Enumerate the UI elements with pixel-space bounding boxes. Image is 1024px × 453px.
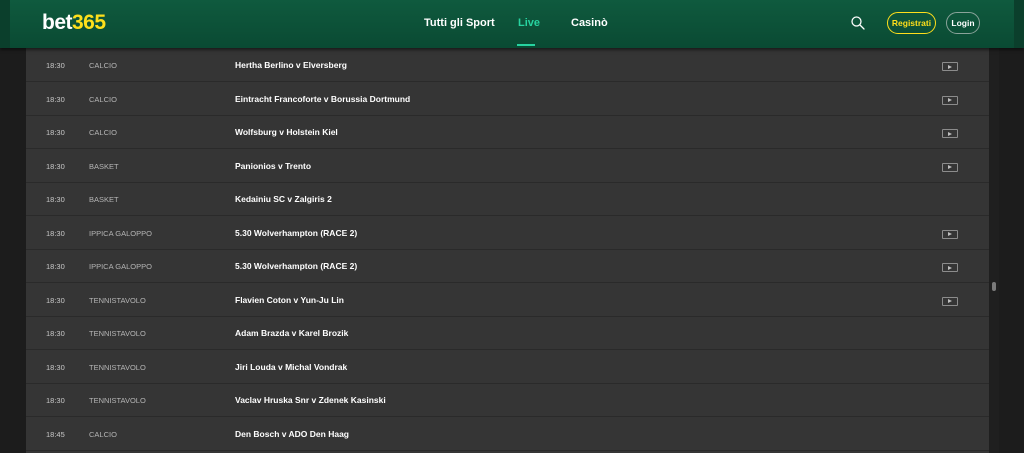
event-name[interactable]: 5.30 Wolverhampton (RACE 2) — [235, 261, 357, 271]
bet365-logo[interactable]: bet365 — [42, 11, 106, 35]
live-stream-icon[interactable] — [942, 263, 958, 272]
event-time: 18:30 — [46, 228, 65, 238]
event-name[interactable]: Wolfsburg v Holstein Kiel — [235, 127, 338, 137]
nav-live[interactable]: Live — [518, 17, 540, 29]
event-name[interactable]: Den Bosch v ADO Den Haag — [235, 429, 349, 439]
event-time: 18:30 — [46, 161, 65, 171]
live-stream-icon[interactable] — [942, 229, 958, 239]
event-name[interactable]: Kedainiu SC v Zalgiris 2 — [235, 194, 332, 204]
event-row[interactable]: 18:30 CALCIO Eintracht Francoforte v Borus… — [26, 83, 989, 116]
event-row[interactable]: 18:30 CALCIO Hertha Berlino v Elversberg — [26, 49, 989, 82]
live-stream-icon[interactable] — [942, 162, 958, 172]
event-time: 18:45 — [46, 429, 65, 439]
event-name[interactable]: Jiri Louda v Michal Vondrak — [235, 362, 347, 372]
event-sport: BASKET — [89, 195, 119, 204]
event-time: 18:30 — [46, 262, 65, 271]
event-sport: CALCIO — [89, 94, 117, 104]
live-stream-icon[interactable] — [942, 296, 958, 306]
event-row[interactable]: 18:45 CALCIO Den Bosch v ADO Den Haag — [26, 418, 989, 451]
event-row[interactable]: 18:30 TENNISTAVOLO Jiri Louda v Michal Von… — [26, 351, 989, 384]
event-name[interactable]: Adam Brazda v Karel Brozik — [235, 328, 348, 338]
header-edge — [1014, 0, 1024, 48]
top-header: bet365 Tutti gli Sport Live Casinò Regis… — [0, 0, 1024, 48]
event-row[interactable]: 18:30 BASKET Panionios v Trento — [26, 150, 989, 183]
event-row[interactable]: 18:30 IPPICA GALOPPO 5.30 Wolverhampton (R… — [26, 250, 989, 283]
event-time: 18:30 — [46, 128, 65, 137]
search-icon[interactable] — [850, 15, 866, 31]
event-name[interactable]: Panionios v Trento — [235, 161, 311, 171]
event-sport: TENNISTAVOLO — [89, 329, 146, 338]
nav-tutti-gli-sport[interactable]: Tutti gli Sport — [424, 17, 495, 29]
event-sport: BASKET — [89, 161, 119, 171]
page-background — [999, 48, 1024, 453]
event-sport: IPPICA GALOPPO — [89, 262, 152, 271]
event-name[interactable]: Flavien Coton v Yun-Ju Lin — [235, 295, 344, 305]
logo-text: bet — [42, 11, 73, 34]
register-button[interactable]: Registrati — [887, 12, 936, 34]
event-row[interactable]: 18:30 TENNISTAVOLO Vaclav Hruska Snr v Zde… — [26, 384, 989, 417]
event-time: 18:30 — [46, 195, 65, 204]
nav-casino[interactable]: Casinò — [571, 17, 608, 29]
scrollbar-thumb[interactable] — [992, 282, 996, 291]
event-row[interactable]: 18:30 IPPICA GALOPPO 5.30 Wolverhampton (R… — [26, 217, 989, 250]
event-sport: CALCIO — [89, 429, 117, 439]
event-name[interactable]: Vaclav Hruska Snr v Zdenek Kasinski — [235, 395, 386, 405]
event-row[interactable]: 18:30 BASKET Kedainiu SC v Zalgiris 2 — [26, 183, 989, 216]
event-time: 18:30 — [46, 396, 65, 405]
event-name[interactable]: Hertha Berlino v Elversberg — [235, 60, 347, 70]
nav-active-indicator — [517, 44, 535, 46]
live-events-list: 18:30 CALCIO Hertha Berlino v Elversberg 18… — [26, 48, 989, 453]
event-sport: TENNISTAVOLO — [89, 396, 146, 405]
event-time: 18:30 — [46, 295, 65, 305]
live-stream-icon[interactable] — [942, 62, 958, 71]
event-sport: CALCIO — [89, 128, 117, 137]
event-time: 18:30 — [46, 362, 65, 372]
header-edge — [0, 0, 10, 48]
event-time: 18:30 — [46, 329, 65, 338]
live-stream-icon[interactable] — [942, 129, 958, 138]
login-button[interactable]: Login — [946, 12, 980, 34]
live-stream-icon[interactable] — [942, 95, 958, 105]
event-sport: TENNISTAVOLO — [89, 362, 146, 372]
event-name[interactable]: 5.30 Wolverhampton (RACE 2) — [235, 228, 357, 238]
scrollbar[interactable] — [989, 48, 999, 453]
logo-accent-text: 365 — [72, 11, 106, 34]
event-row[interactable]: 18:30 TENNISTAVOLO Flavien Coton v Yun-Ju … — [26, 284, 989, 317]
event-row[interactable]: 18:30 TENNISTAVOLO Adam Brazda v Karel Bro… — [26, 317, 989, 350]
event-sport: TENNISTAVOLO — [89, 295, 146, 305]
event-time: 18:30 — [46, 61, 65, 70]
event-name[interactable]: Eintracht Francoforte v Borussia Dortmun… — [235, 94, 410, 104]
event-row[interactable]: 18:30 CALCIO Wolfsburg v Holstein Kiel — [26, 116, 989, 149]
event-sport: IPPICA GALOPPO — [89, 228, 152, 238]
event-sport: CALCIO — [89, 61, 117, 70]
event-time: 18:30 — [46, 94, 65, 104]
